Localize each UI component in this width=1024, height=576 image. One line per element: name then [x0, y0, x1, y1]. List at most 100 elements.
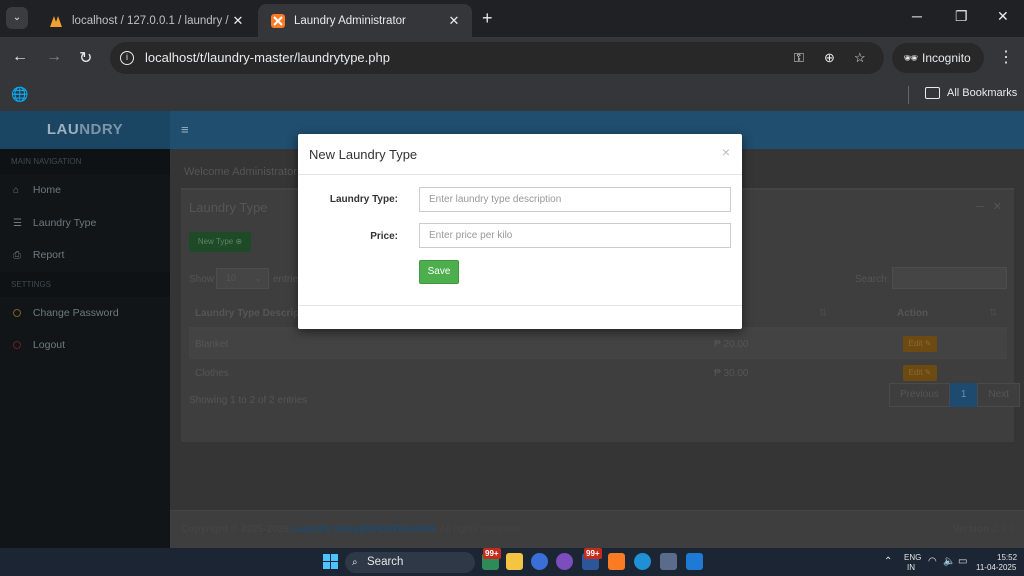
pagination-previous[interactable]: Previous [889, 383, 950, 407]
sidebar-item-change-password[interactable]: Change Password [0, 297, 170, 330]
incognito-indicator[interactable]: 🕶 Incognito [892, 43, 984, 73]
sidebar-settings-header: SETTINGS [0, 271, 170, 297]
collapse-icon[interactable]: ─ [976, 201, 984, 213]
notepad-icon[interactable] [660, 553, 677, 570]
edit-button[interactable]: Edit ✎ [903, 365, 937, 381]
laundry-type-label: Laundry Type: [329, 194, 398, 205]
volume-icon[interactable]: 🔈 [943, 556, 955, 567]
sort-icon[interactable]: ⇅ [819, 298, 827, 329]
price-input[interactable] [419, 223, 731, 248]
tray-chevron-up-icon[interactable]: ⌃ [884, 556, 892, 567]
notification-badge: 99+ [483, 548, 501, 559]
sidebar-item-logout[interactable]: Logout [0, 329, 170, 362]
all-bookmarks-link[interactable]: All Bookmarks [947, 87, 1017, 99]
edit-button[interactable]: Edit ✎ [903, 336, 937, 352]
box-title: Laundry Type [189, 200, 268, 215]
battery-icon[interactable]: ▭ [958, 556, 967, 567]
print-icon: ⎙ [13, 250, 21, 261]
sidebar-item-label: Change Password [32, 306, 119, 319]
folder-icon[interactable] [925, 87, 940, 99]
forward-button[interactable]: → [46, 48, 62, 66]
tab-search-button[interactable]: ⌄ [6, 7, 28, 29]
welcome-text: Welcome Administrator! [184, 166, 300, 178]
minimize-button[interactable]: ─ [912, 8, 922, 24]
modal-footer-divider [298, 305, 742, 306]
sidebar-item-report[interactable]: ⎙ Report [0, 239, 170, 272]
file-explorer-icon[interactable] [506, 553, 523, 570]
price-label: Price: [370, 231, 398, 242]
new-type-button[interactable]: New Type ⊕ [189, 232, 251, 252]
zoom-icon[interactable]: ⊕ [824, 50, 835, 66]
pagination-page-1[interactable]: 1 [949, 383, 978, 407]
phpmyadmin-icon [50, 15, 62, 27]
incognito-icon: 🕶 [903, 51, 919, 65]
version-label: Version [952, 524, 989, 535]
language-bottom[interactable]: IN [907, 563, 915, 572]
table-row: Clothes ₱ 30.00 Edit ✎ [189, 358, 1007, 387]
box-tools: ─ ✕ [976, 200, 1002, 213]
laundry-type-input[interactable] [419, 187, 731, 212]
sidebar-item-laundry-type[interactable]: ☰ Laundry Type [0, 207, 170, 240]
edit-label: Edit [908, 339, 923, 348]
footer-brand-link[interactable]: Laundry Shop||UPDATEGADH [292, 524, 435, 535]
edit-icon: ✎ [924, 339, 932, 348]
chrome-canary-icon[interactable] [556, 553, 573, 570]
back-button[interactable]: ← [12, 48, 28, 66]
xampp-icon[interactable] [608, 553, 625, 570]
new-laundry-type-modal: New Laundry Type × Laundry Type: Price: … [298, 134, 742, 329]
logo-suffix: NDRY [79, 121, 124, 138]
entries-select[interactable]: 10 ⌄ [216, 268, 269, 289]
notification-badge: 99+ [584, 548, 602, 559]
clock-time[interactable]: 15:52 [997, 553, 1017, 562]
new-tab-button[interactable]: + [482, 8, 493, 29]
cell-price: ₱ 20.00 [714, 339, 749, 350]
sidebar-item-home[interactable]: ⌂ Home [0, 174, 170, 207]
reload-button[interactable]: ↻ [79, 48, 92, 68]
edge-icon[interactable] [634, 553, 651, 570]
sidebar: MAIN NAVIGATION ⌂ Home ☰ Laundry Type ⎙ … [0, 149, 170, 548]
sort-icon[interactable]: ⇅ [989, 298, 997, 329]
tab-laundry-admin[interactable]: Laundry Administrator ✕ [258, 4, 472, 37]
bookmarks-bar: 🌐 All Bookmarks [0, 80, 1024, 111]
sidebar-toggle-icon[interactable]: ≡ [181, 122, 189, 137]
restore-button[interactable]: ❐ [955, 8, 968, 25]
taskbar-search[interactable]: ⌕ Search [345, 552, 475, 573]
wifi-icon[interactable]: ◠ [928, 556, 937, 567]
tab-close-icon[interactable]: ✕ [446, 13, 462, 29]
tab-close-icon[interactable]: ✕ [230, 13, 246, 29]
password-key-icon[interactable]: ⚿ [794, 50, 804, 66]
clock-date[interactable]: 11-04-2025 [976, 563, 1016, 572]
sidebar-item-label: Laundry Type [32, 216, 97, 229]
url-text[interactable]: localhost/t/laundry-master/laundrytype.p… [145, 50, 390, 65]
remove-icon[interactable]: ✕ [993, 201, 1002, 213]
save-button[interactable]: Save [419, 260, 459, 284]
browser-menu-icon[interactable]: ⋮ [998, 47, 1014, 67]
close-window-button[interactable]: ✕ [997, 8, 1009, 25]
language-top[interactable]: ENG [904, 553, 921, 562]
edit-label: Edit [908, 368, 923, 377]
pagination: Previous 1 Next [889, 383, 1021, 407]
copyright-prefix: Copyright © 2025-2026 [181, 524, 292, 535]
windows-start-icon[interactable] [322, 553, 339, 570]
modal-close-icon[interactable]: × [722, 144, 730, 160]
column-header-action[interactable]: Action [897, 298, 928, 329]
new-type-label: New Type [197, 237, 234, 246]
tab-phpmyadmin[interactable]: localhost / 127.0.0.1 / laundry / users … [36, 4, 256, 37]
modal-header: New Laundry Type × [298, 134, 742, 175]
pagination-next[interactable]: Next [977, 383, 1021, 407]
table-row: Blanket ₱ 20.00 Edit ✎ [189, 329, 1007, 358]
app-logo[interactable]: LAUNDRY [0, 111, 170, 149]
footer-copyright: Copyright © 2025-2026 Laundry Shop||UPDA… [181, 524, 522, 535]
tab-title: localhost / 127.0.0.1 / laundry / users [72, 14, 230, 27]
vscode-icon[interactable] [686, 553, 703, 570]
table-search-input[interactable] [892, 267, 1007, 289]
incognito-label: Incognito [922, 51, 971, 65]
chrome-icon[interactable] [531, 553, 548, 570]
sidebar-main-header: MAIN NAVIGATION [0, 149, 170, 174]
site-info-icon[interactable]: i [120, 51, 134, 65]
copyright-suffix: . All rights reserved. [434, 524, 523, 535]
globe-icon[interactable]: 🌐 [11, 86, 28, 103]
address-bar[interactable]: i localhost/t/laundry-master/laundrytype… [110, 42, 884, 74]
bookmark-star-icon[interactable]: ☆ [854, 50, 866, 66]
entries-select-value: 10 [226, 273, 237, 283]
